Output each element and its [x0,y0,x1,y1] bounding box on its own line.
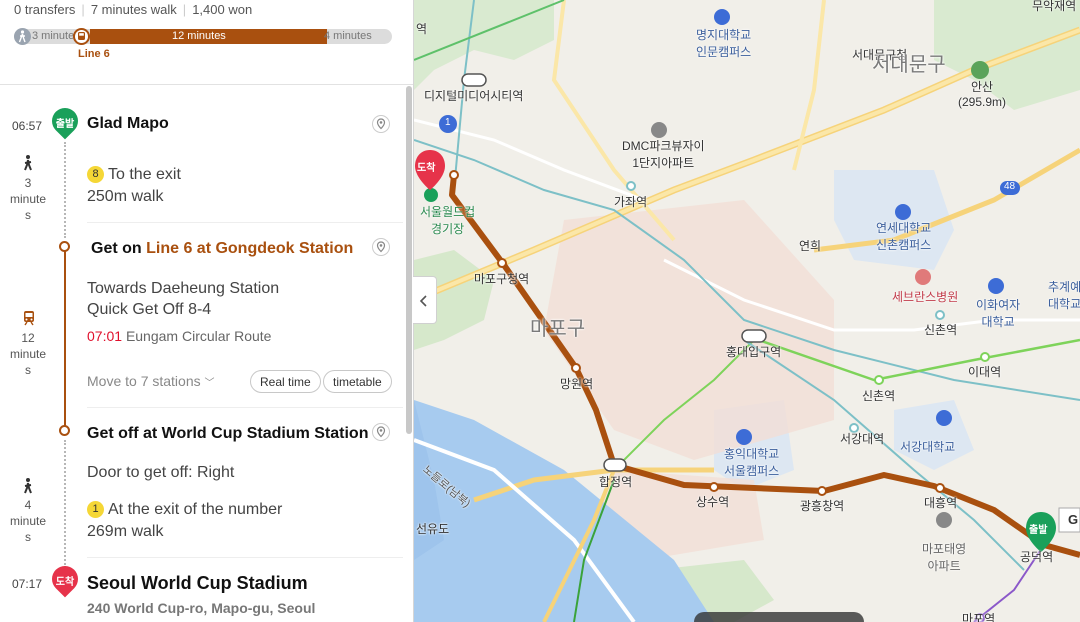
train-connector [64,248,66,431]
board-station-marker [59,241,70,252]
route-segment-bar: 3 minutes 12 minutes 4 minutes [14,28,392,45]
map-label: 망원역 [560,377,594,391]
map-label: 역 [416,22,428,36]
line-label: Line 6 [78,48,110,60]
map-label: 무악재역 [1032,0,1077,13]
map-label: 대흥역 [924,496,958,510]
collapse-panel-button[interactable] [413,276,437,324]
walk1-distance: 250m walk [87,188,164,205]
map-label: 연세대학교 신촌캠퍼스 [876,221,932,252]
walk-icon [21,154,35,177]
route-summary: 0 transfers | 7 minutes walk | 1,400 won 3 m… [0,0,413,84]
route-detail-panel: 0 transfers | 7 minutes walk | 1,400 won 3 m… [0,0,414,622]
walk2-duration: 4 minutes [324,30,372,42]
quick-get-off: Quick Get Off 8-4 [87,301,212,318]
map-label: 공덕역 [1020,550,1054,564]
map-label: 마포역 [962,612,996,622]
divider [87,557,403,558]
train-duration: 12 minutes [172,30,226,42]
fare: 1,400 won [192,2,253,17]
walk2-distance: 269m walk [87,523,164,540]
move-stations-toggle[interactable]: Move to 7 stations ﹀ [87,373,215,389]
real-time-button[interactable]: Real time [250,370,321,393]
arrive-marker: 도착 [46,560,84,601]
chevron-left-icon [419,295,427,307]
divider [87,222,403,223]
map-label: 서강대학교 [900,440,956,454]
exit-number-badge: 1 [87,501,104,518]
depart-time: 06:57 [12,119,43,133]
map-label: 선유도 [416,522,450,536]
divider [0,84,413,85]
location-pin-icon[interactable] [372,115,390,133]
walk-icon [14,28,31,45]
map-label: 가좌역 [614,195,648,209]
map-label: 추계예 대학교 [1048,280,1080,311]
map-label: 상수역 [696,495,730,509]
board-title[interactable]: Get on Line 6 at Gongdeok Station [91,240,353,258]
arrive-name[interactable]: Seoul World Cup Stadium [87,573,308,594]
map-label: 연희 [799,239,822,253]
map-label: 서강대역 [840,432,885,446]
map-label: 명지대학교 인문캠퍼스 [696,28,752,59]
walk-time: 7 minutes walk [90,2,177,17]
door-side: Door to get off: Right [87,464,235,481]
walk2-exit: 1 At the exit of the number [87,501,282,519]
walk1-leg-duration: 3 minute s [9,176,47,222]
train-icon [73,28,90,45]
train-direction: Towards Daeheung Station [87,280,280,297]
map-label: 홍대입구역 [726,345,782,359]
walk-connector [64,440,66,568]
map-label: 마포태영 아파트 [922,542,967,573]
location-pin-icon[interactable] [372,238,390,256]
summary-row: 0 transfers | 7 minutes walk | 1,400 won [14,2,252,17]
depart-marker: 출발 [46,102,84,143]
map-label: 홍익대학교 서울캠퍼스 [724,447,780,478]
map-label: 신촌역 [924,323,958,337]
route-badge: 1 [445,117,451,128]
timetable-button[interactable]: timetable [323,370,392,393]
map-label: 신촌역 [862,389,896,403]
next-train-time: 07:01 [87,328,123,344]
walk-connector [64,142,66,238]
arrive-time: 07:17 [12,577,43,591]
map-view[interactable]: 역 디지털미디어시티역 명지대학교 인문캠퍼스 서대문구청 서대문구 안산 (2… [414,0,1080,622]
arrival-pin-icon[interactable]: 도착 [417,159,435,174]
arrive-address: 240 World Cup-ro, Mapo-gu, Seoul [87,600,316,616]
map-label: 안산 (295.9m) [958,80,1007,109]
walk2-leg-duration: 4 minute s [9,498,47,544]
next-train-info: 07:01 Eungam Circular Route [87,328,271,344]
map-label: 이대역 [968,365,1002,379]
map-label: 마포구청역 [474,272,530,286]
map-label: 광흥창역 [800,499,845,513]
map-label: 세브란스병원 [892,290,959,304]
map-label: 디지털미디어시티역 [424,89,524,103]
chevron-down-icon: ﹀ [204,378,215,389]
transfers-count: 0 transfers [14,2,76,17]
alight-station-marker [59,425,70,436]
alight-title[interactable]: Get off at World Cup Stadium Station [87,425,368,443]
train-leg-duration: 12 minute s [9,331,47,377]
walk1-exit: 8 To the exit [87,166,181,184]
depart-name[interactable]: Glad Mapo [87,115,169,133]
map-label: 이화여자 대학교 [976,298,1021,329]
route-name: Eungam Circular Route [125,328,272,344]
map-district-label: 서대문구 [872,54,946,76]
separator: | [182,2,187,17]
location-pin-icon[interactable] [372,423,390,441]
map-label: 합정역 [599,475,633,489]
map-district-label: 마포구 [530,318,586,340]
departure-pin-icon[interactable]: 출발 [1029,521,1047,536]
map-label: 서울월드컵 경기장 [420,205,476,236]
divider [87,407,403,408]
exit-number-badge: 8 [87,166,104,183]
scrollbar[interactable] [406,86,412,434]
map-label: DMC파크뷰자이 1단지아파트 [622,139,705,170]
separator: | [81,2,85,17]
map-label: G [1068,512,1079,527]
train-icon [22,310,36,331]
route-badge: 48 [1004,181,1016,192]
